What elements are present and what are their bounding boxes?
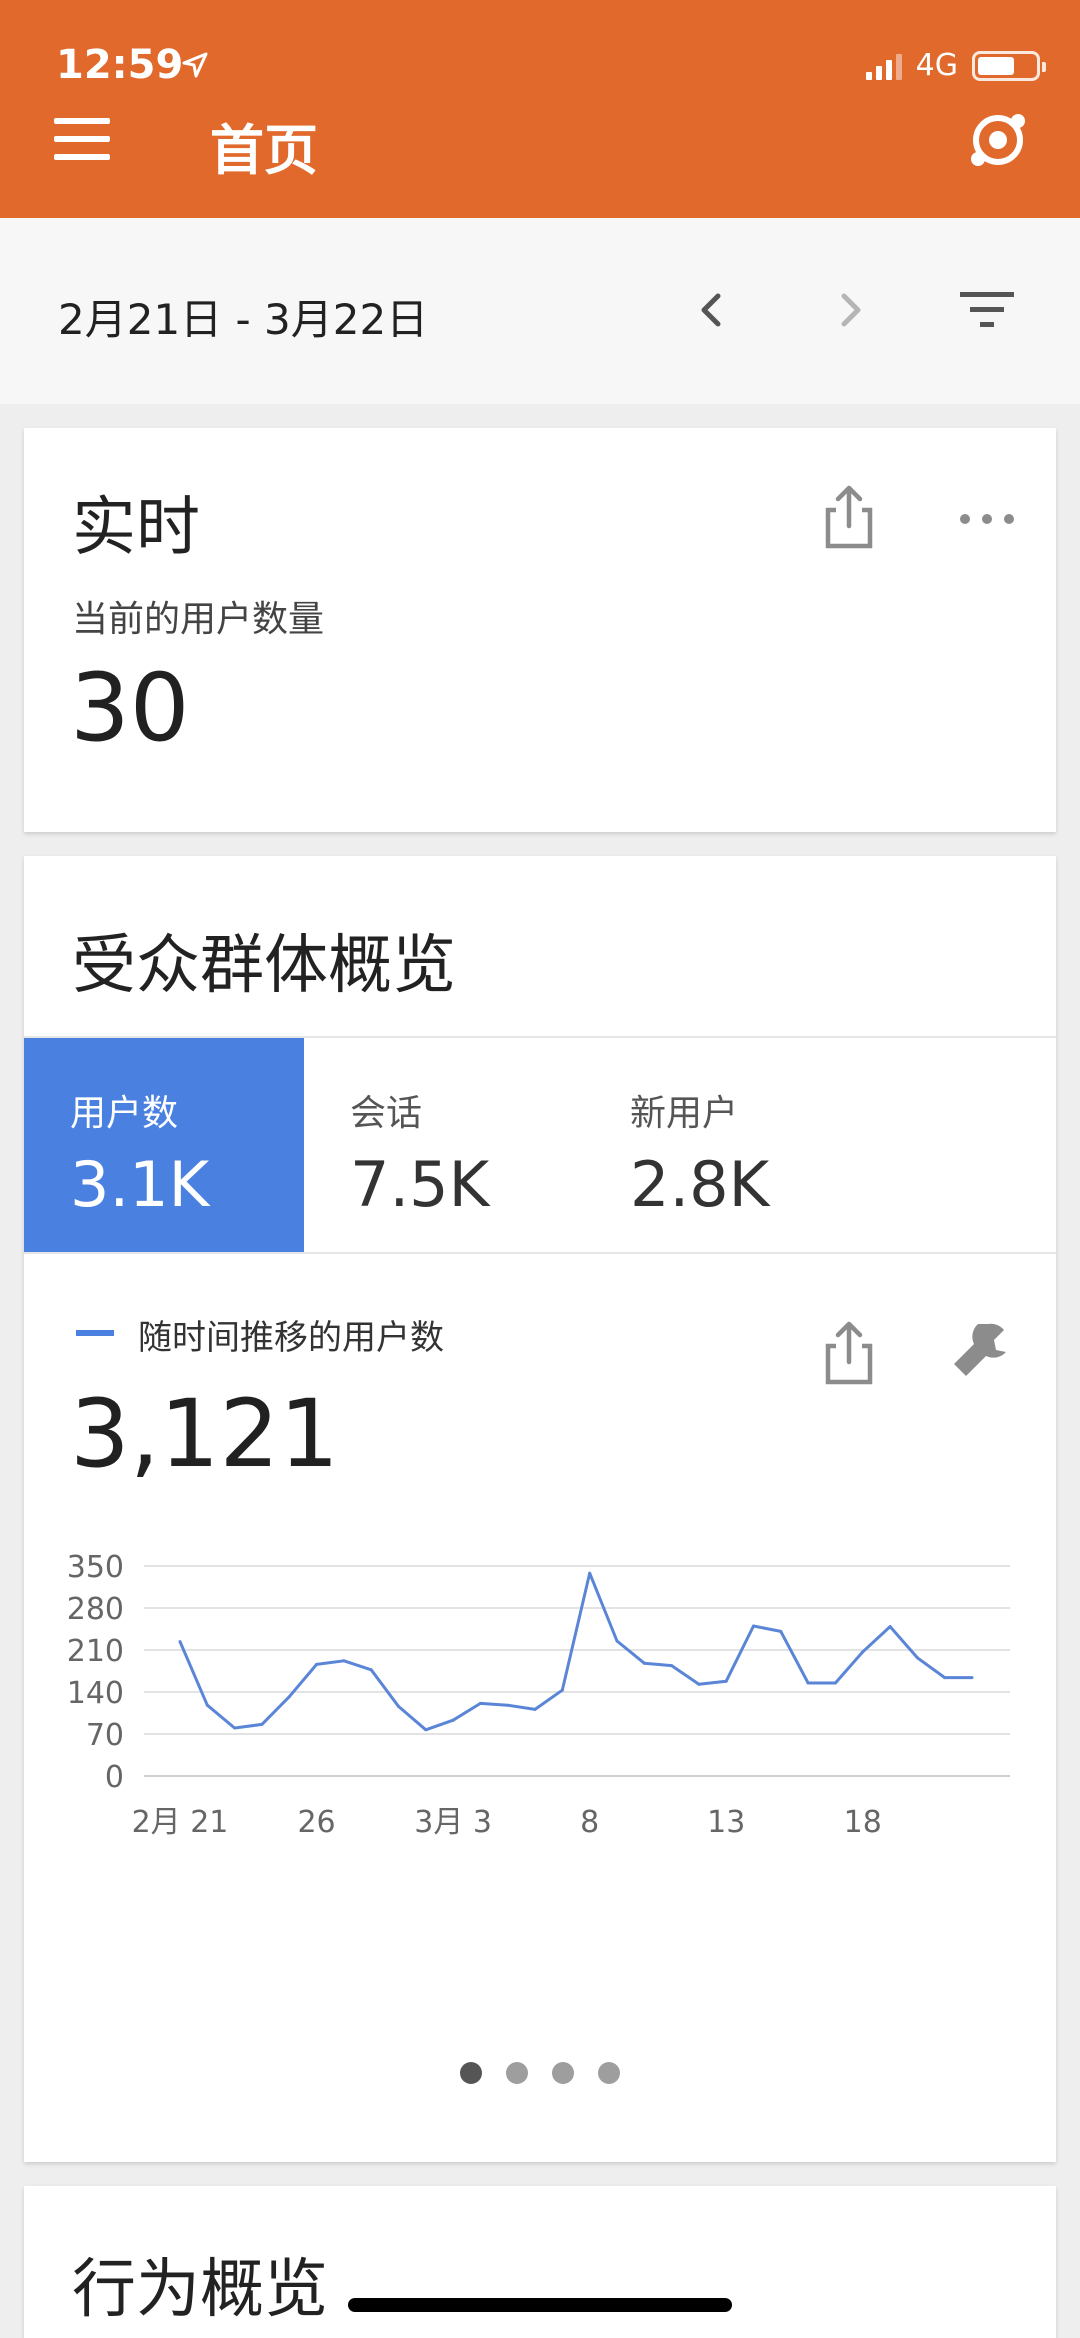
menu-button[interactable] (54, 118, 110, 162)
data-point (451, 1718, 455, 1722)
realtime-card: 实时 当前的用户数量 30 (24, 428, 1056, 832)
share-icon[interactable] (814, 482, 884, 552)
users-over-time-chart: 350 280 210 140 70 02月 21 26 3月 3 8 13 18 (67, 1550, 1010, 1840)
tab-sessions-label: 会话 (350, 1093, 423, 1134)
data-point (724, 1679, 728, 1683)
pager-dots (24, 2062, 1056, 2084)
y-tick-label: 280 (67, 1592, 124, 1627)
behavior-overview-card: 行为概览 (24, 2186, 1056, 2338)
audience-overview-card: 受众群体概览 用户数 3.1K 会话 7.5K 新用户 2.8K 随时间推移的用… (24, 856, 1056, 2162)
location-arrow-icon (182, 52, 208, 78)
data-point (533, 1707, 537, 1711)
legend-swatch (76, 1330, 114, 1336)
tab-sessions-value: 7.5K (350, 1148, 490, 1221)
data-point (615, 1639, 619, 1643)
data-point (697, 1682, 701, 1686)
wrench-icon[interactable] (948, 1314, 1018, 1384)
date-range-bar: 2月21日 - 3月22日 (0, 218, 1080, 404)
menu-icon (54, 118, 110, 124)
pager-dot[interactable] (460, 2062, 482, 2084)
data-point (233, 1726, 237, 1730)
x-tick-label: 8 (580, 1805, 599, 1840)
data-point (943, 1676, 947, 1680)
data-point (287, 1695, 291, 1699)
filter-icon[interactable] (956, 278, 1020, 342)
pager-dot[interactable] (506, 2062, 528, 2084)
metric-tabs: 用户数 3.1K 会话 7.5K 新用户 2.8K (24, 1036, 1056, 1254)
users-series-line (178, 1571, 972, 1732)
data-point (970, 1676, 974, 1680)
status-time: 12:59 (56, 42, 184, 88)
data-point (752, 1624, 756, 1628)
battery-icon (972, 50, 1046, 81)
data-point (915, 1656, 919, 1660)
audience-title: 受众群体概览 (72, 929, 456, 1003)
x-tick-label: 2月 21 (132, 1805, 229, 1840)
realtime-value: 30 (70, 654, 190, 763)
data-point (806, 1681, 810, 1685)
data-point (833, 1681, 837, 1685)
status-indicators: 4G (865, 48, 1046, 83)
y-tick-label: 350 (67, 1550, 124, 1585)
tab-new-users-value: 2.8K (630, 1148, 770, 1221)
chart-share-icon[interactable] (814, 1318, 884, 1388)
data-point (369, 1668, 373, 1672)
chevron-left-icon[interactable] (680, 278, 744, 342)
data-point (396, 1704, 400, 1708)
network-label: 4G (915, 48, 958, 83)
x-tick-label: 13 (707, 1805, 745, 1840)
data-point (478, 1701, 482, 1705)
data-point (560, 1688, 564, 1692)
signal-icon (865, 52, 902, 80)
data-point (205, 1703, 209, 1707)
y-tick-label: 210 (67, 1634, 124, 1669)
tab-new-users[interactable]: 新用户 2.8K (584, 1038, 864, 1252)
legend-label: 随时间推移的用户数 (138, 1318, 444, 1358)
data-point (588, 1571, 592, 1575)
more-icon[interactable] (952, 484, 1022, 554)
tab-new-users-label: 新用户 (630, 1093, 739, 1134)
data-point (424, 1728, 428, 1732)
pager-dot[interactable] (552, 2062, 574, 2084)
tab-users-value: 3.1K (70, 1148, 210, 1221)
date-range-label[interactable]: 2月21日 - 3月22日 (58, 286, 428, 347)
home-indicator (348, 2298, 732, 2312)
data-point (506, 1703, 510, 1707)
tab-users[interactable]: 用户数 3.1K (24, 1038, 304, 1252)
realtime-label: 当前的用户数量 (72, 599, 325, 640)
y-tick-label: 140 (67, 1676, 124, 1711)
data-point (315, 1662, 319, 1666)
data-point (642, 1661, 646, 1665)
page-title: 首页 (210, 119, 318, 182)
data-point (861, 1650, 865, 1654)
account-switch-icon[interactable] (966, 108, 1030, 172)
data-point (260, 1722, 264, 1726)
x-tick-label: 26 (297, 1805, 335, 1840)
x-tick-label: 3月 3 (414, 1805, 492, 1840)
pager-dot[interactable] (598, 2062, 620, 2084)
app-bar: 12:59 4G 首页 (0, 0, 1080, 218)
data-point (342, 1659, 346, 1663)
y-tick-label: 70 (86, 1718, 124, 1753)
chevron-right-icon[interactable] (818, 278, 882, 342)
data-point (779, 1629, 783, 1633)
total-users-value: 3,121 (70, 1380, 340, 1489)
data-point (670, 1664, 674, 1668)
x-tick-label: 18 (844, 1805, 882, 1840)
data-point (888, 1625, 892, 1629)
data-point (178, 1640, 182, 1644)
tab-sessions[interactable]: 会话 7.5K (304, 1038, 584, 1252)
y-tick-label: 0 (105, 1760, 124, 1795)
realtime-title: 实时 (72, 491, 200, 565)
behavior-title: 行为概览 (72, 2253, 328, 2327)
tab-users-label: 用户数 (70, 1093, 179, 1134)
